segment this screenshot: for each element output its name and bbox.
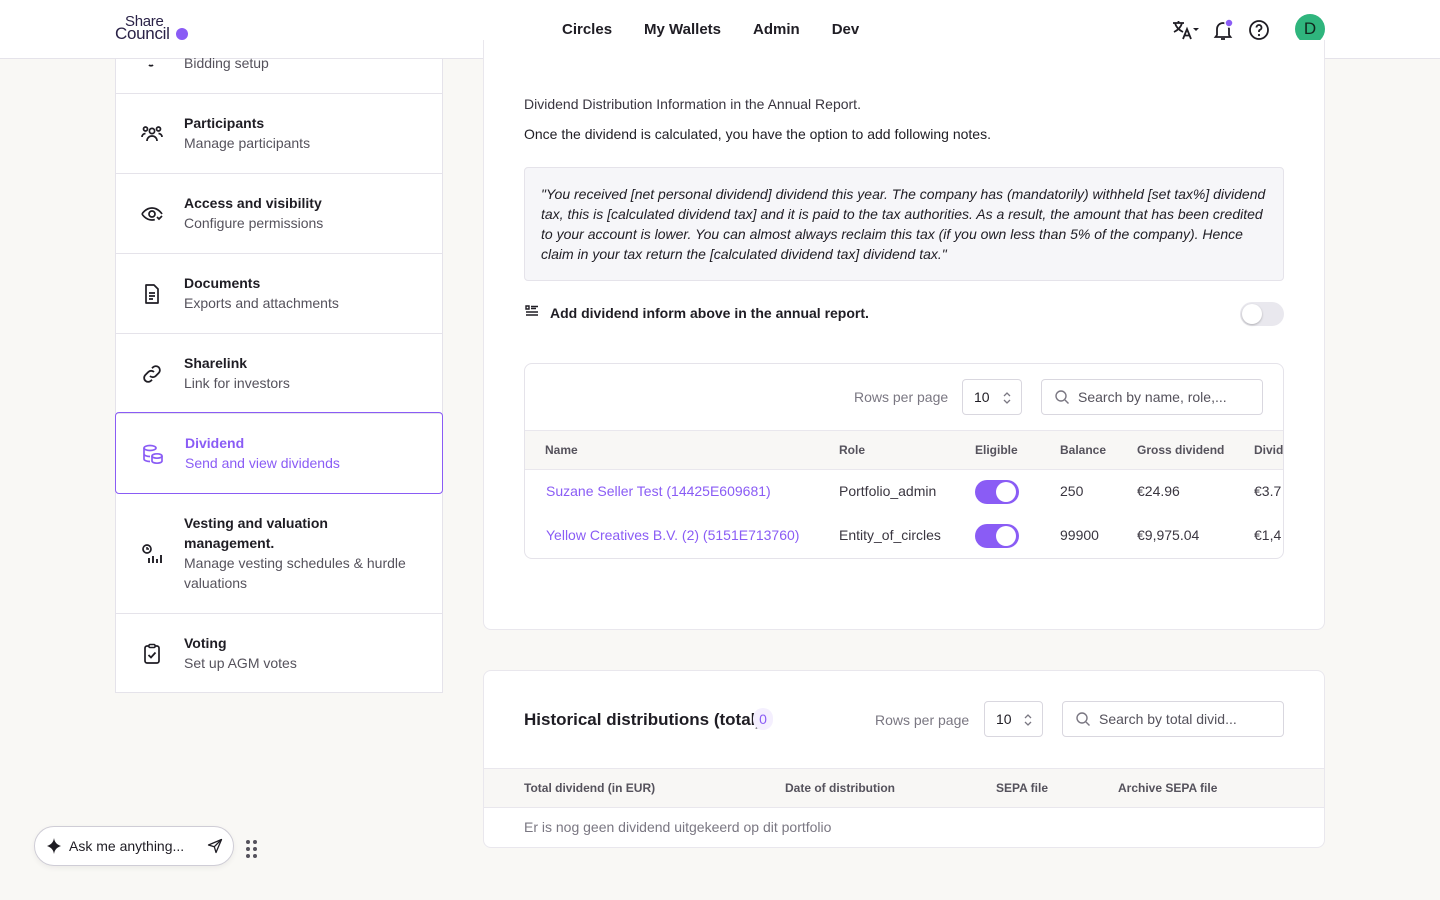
search-placeholder: Search by total divid...: [1099, 711, 1237, 727]
chevron-updown-icon: [1003, 392, 1011, 404]
participant-balance: 250: [1060, 483, 1084, 499]
eligible-toggle[interactable]: [975, 480, 1019, 504]
column-header[interactable]: Gross dividend: [1137, 443, 1224, 457]
sidebar-item-title: Documents: [184, 275, 261, 291]
sidebar-item-voting[interactable]: Voting Set up AGM votes: [116, 614, 442, 693]
table-header: Name Role Eligible Balance Gross dividen…: [525, 430, 1283, 470]
clipboard-check-icon: [140, 642, 164, 666]
participant-name-link[interactable]: Yellow Creatives B.V. (2) (5151E713760): [546, 527, 799, 543]
historical-title: Historical distributions (total): [524, 710, 762, 729]
people-icon: [140, 122, 164, 146]
rows-per-page-select[interactable]: 10: [962, 379, 1022, 415]
column-header[interactable]: Name: [545, 443, 578, 457]
add-note-label: Add dividend inform above in the annual …: [550, 305, 869, 321]
rows-per-page-select[interactable]: 10: [984, 701, 1043, 737]
send-icon: [207, 838, 223, 854]
table-row: Yellow Creatives B.V. (2) (5151E713760) …: [525, 514, 1283, 558]
dividend-info-text: Once the dividend is calculated, you hav…: [524, 126, 991, 142]
dividend-note-quote: "You received [net personal dividend] di…: [524, 167, 1284, 281]
sidebar-item-subtitle: Manage participants: [184, 135, 311, 151]
bidding-icon: [140, 51, 164, 75]
sidebar-item-title: Sharelink: [184, 355, 248, 371]
dividend-tax: €1,4: [1254, 527, 1282, 543]
column-header[interactable]: Total dividend (in EUR): [524, 781, 655, 795]
sharecouncil-logo[interactable]: Share Council: [115, 14, 195, 44]
sidebar-item-subtitle: Set up AGM votes: [184, 655, 297, 671]
coins-icon: [141, 442, 165, 466]
chevron-updown-icon: [1024, 714, 1032, 726]
participant-name-link[interactable]: Suzane Seller Test (14425E609681): [546, 483, 771, 499]
document-icon: [140, 282, 164, 306]
sidebar-item-subtitle: Configure permissions: [184, 215, 324, 231]
count-badge: 0: [753, 708, 773, 730]
ai-chat-input[interactable]: Ask me anything...: [34, 826, 234, 866]
drag-handle-icon[interactable]: [246, 840, 258, 860]
search-icon: [1055, 390, 1069, 404]
sidebar-item-title: Voting: [184, 635, 227, 651]
search-input[interactable]: Search by name, role,...: [1041, 379, 1263, 415]
sidebar-item-subtitle: Link for investors: [184, 375, 290, 391]
eye-icon: [140, 202, 164, 226]
logo-text-line2: Council: [115, 24, 170, 43]
add-note-row: Add dividend inform above in the annual …: [524, 300, 1284, 326]
rows-per-page-value: 10: [974, 389, 990, 405]
historical-distributions-card: Historical distributions (total) 0 Rows …: [483, 670, 1325, 848]
sidebar-item-title: Access and visibility: [184, 195, 322, 211]
nav-dev[interactable]: Dev: [832, 21, 860, 38]
sidebar-item-access[interactable]: Access and visibility Configure permissi…: [116, 174, 442, 254]
sidebar-item-title: Vesting and valuation management.: [184, 515, 328, 551]
sidebar-item-bidding[interactable]: Bidding setup: [116, 55, 442, 94]
dividend-tax: €3.7: [1254, 483, 1282, 499]
sidebar-item-title: Dividend: [185, 435, 245, 451]
column-header[interactable]: Date of distribution: [785, 781, 895, 795]
empty-state-text: Er is nog geen dividend uitgekeerd op di…: [524, 819, 832, 835]
history-table-header: Total dividend (in EUR) Date of distribu…: [484, 768, 1324, 808]
column-header[interactable]: Divid: [1254, 443, 1283, 457]
gross-dividend: €24.96: [1137, 483, 1180, 499]
nav-admin[interactable]: Admin: [753, 21, 800, 38]
column-header[interactable]: SEPA file: [996, 781, 1048, 795]
nav-my-wallets[interactable]: My Wallets: [644, 21, 721, 38]
table-row: Suzane Seller Test (14425E609681) Portfo…: [525, 470, 1283, 514]
sidebar-item-subtitle: Send and view dividends: [185, 455, 340, 471]
sidebar-item-subtitle: Manage vesting schedules & hurdle valuat…: [184, 555, 406, 591]
column-header[interactable]: Role: [839, 443, 865, 457]
rows-per-page-label: Rows per page: [854, 389, 949, 405]
sidebar-item-documents[interactable]: Documents Exports and attachments: [116, 254, 442, 334]
link-icon: [140, 362, 164, 386]
dividend-info-title: Dividend Distribution Information in the…: [524, 96, 861, 112]
add-note-toggle[interactable]: [1240, 302, 1284, 326]
sidebar-item-dividend[interactable]: Dividend Send and view dividends: [115, 412, 443, 494]
column-header[interactable]: Archive SEPA file: [1118, 781, 1217, 795]
sidebar-item-subtitle: Exports and attachments: [184, 295, 339, 311]
participant-balance: 99900: [1060, 527, 1099, 543]
chat-placeholder: Ask me anything...: [69, 838, 185, 854]
sparkle-icon: [47, 838, 61, 854]
sidebar-item-subtitle: Bidding setup: [184, 55, 269, 71]
logo-dot: [176, 28, 188, 40]
participant-role: Entity_of_circles: [839, 527, 941, 543]
history-search-input[interactable]: Search by total divid...: [1062, 701, 1284, 737]
gross-dividend: €9,975.04: [1137, 527, 1200, 543]
participant-role: Portfolio_admin: [839, 483, 937, 499]
nav-circles[interactable]: Circles: [562, 21, 612, 38]
list-icon: [524, 303, 540, 324]
search-placeholder: Search by name, role,...: [1078, 389, 1227, 405]
sidebar-item-sharelink[interactable]: Sharelink Link for investors: [116, 334, 442, 414]
eligibility-table: Rows per page 10 Search by name, role,..…: [524, 363, 1284, 559]
sidebar-item-title: Participants: [184, 115, 265, 131]
eligible-toggle[interactable]: [975, 524, 1019, 548]
column-header[interactable]: Balance: [1060, 443, 1106, 457]
vesting-chart-icon: [140, 542, 164, 566]
sidebar-item-vesting[interactable]: Vesting and valuation management. Manage…: [116, 494, 442, 614]
settings-sidebar: Bidding setup Participants Manage partic…: [115, 55, 443, 693]
column-header[interactable]: Eligible: [975, 443, 1018, 457]
search-icon: [1076, 712, 1090, 726]
dividend-card: Dividend Distribution Information in the…: [483, 40, 1325, 630]
rows-per-page-label: Rows per page: [875, 712, 970, 728]
sidebar-item-participants[interactable]: Participants Manage participants: [116, 94, 442, 174]
rows-per-page-value: 10: [996, 711, 1012, 727]
